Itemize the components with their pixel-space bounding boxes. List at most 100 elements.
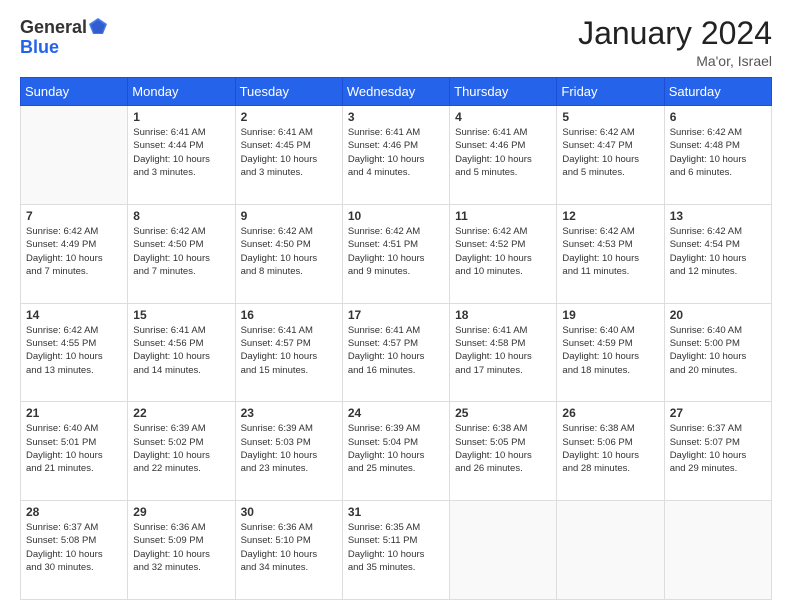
day-info: Sunrise: 6:39 AM Sunset: 5:02 PM Dayligh… xyxy=(133,422,229,475)
day-number: 13 xyxy=(670,209,766,223)
day-number: 17 xyxy=(348,308,444,322)
day-info: Sunrise: 6:38 AM Sunset: 5:05 PM Dayligh… xyxy=(455,422,551,475)
table-row: 11 Sunrise: 6:42 AM Sunset: 4:52 PM Dayli… xyxy=(450,204,557,303)
table-row: 24 Sunrise: 6:39 AM Sunset: 5:04 PM Dayli… xyxy=(342,402,449,501)
day-info: Sunrise: 6:38 AM Sunset: 5:06 PM Dayligh… xyxy=(562,422,658,475)
col-sunday: Sunday xyxy=(21,78,128,106)
day-info: Sunrise: 6:35 AM Sunset: 5:11 PM Dayligh… xyxy=(348,521,444,574)
calendar-week-row: 1 Sunrise: 6:41 AM Sunset: 4:44 PM Daylig… xyxy=(21,106,772,205)
day-info: Sunrise: 6:41 AM Sunset: 4:46 PM Dayligh… xyxy=(348,126,444,179)
calendar-week-row: 7Sunrise: 6:42 AM Sunset: 4:49 PM Daylig… xyxy=(21,204,772,303)
table-row xyxy=(664,501,771,600)
day-info: Sunrise: 6:40 AM Sunset: 5:00 PM Dayligh… xyxy=(670,324,766,377)
col-wednesday: Wednesday xyxy=(342,78,449,106)
day-number: 2 xyxy=(241,110,337,124)
table-row: 10 Sunrise: 6:42 AM Sunset: 4:51 PM Dayli… xyxy=(342,204,449,303)
table-row: 20 Sunrise: 6:40 AM Sunset: 5:00 PM Dayli… xyxy=(664,303,771,402)
table-row: 22 Sunrise: 6:39 AM Sunset: 5:02 PM Dayli… xyxy=(128,402,235,501)
table-row: 13 Sunrise: 6:42 AM Sunset: 4:54 PM Dayli… xyxy=(664,204,771,303)
day-number: 20 xyxy=(670,308,766,322)
day-info: Sunrise: 6:41 AM Sunset: 4:57 PM Dayligh… xyxy=(241,324,337,377)
table-row: 19 Sunrise: 6:40 AM Sunset: 4:59 PM Dayli… xyxy=(557,303,664,402)
day-number: 21 xyxy=(26,406,122,420)
day-info: Sunrise: 6:37 AM Sunset: 5:07 PM Dayligh… xyxy=(670,422,766,475)
day-info: Sunrise: 6:40 AM Sunset: 5:01 PM Dayligh… xyxy=(26,422,122,475)
calendar-week-row: 28Sunrise: 6:37 AM Sunset: 5:08 PM Dayli… xyxy=(21,501,772,600)
day-info: Sunrise: 6:42 AM Sunset: 4:49 PM Dayligh… xyxy=(26,225,122,278)
day-info: Sunrise: 6:41 AM Sunset: 4:44 PM Dayligh… xyxy=(133,126,229,179)
day-number: 10 xyxy=(348,209,444,223)
table-row: 29 Sunrise: 6:36 AM Sunset: 5:09 PM Dayli… xyxy=(128,501,235,600)
calendar-week-row: 21 Sunrise: 6:40 AM Sunset: 5:01 PM Dayli… xyxy=(21,402,772,501)
logo: General Blue xyxy=(20,16,109,56)
day-info: Sunrise: 6:41 AM Sunset: 4:56 PM Dayligh… xyxy=(133,324,229,377)
day-info: Sunrise: 6:42 AM Sunset: 4:47 PM Dayligh… xyxy=(562,126,658,179)
day-info: Sunrise: 6:40 AM Sunset: 4:59 PM Dayligh… xyxy=(562,324,658,377)
table-row: 27Sunrise: 6:37 AM Sunset: 5:07 PM Dayli… xyxy=(664,402,771,501)
col-saturday: Saturday xyxy=(664,78,771,106)
day-number: 26 xyxy=(562,406,658,420)
day-number: 28 xyxy=(26,505,122,519)
day-info: Sunrise: 6:36 AM Sunset: 5:10 PM Dayligh… xyxy=(241,521,337,574)
day-info: Sunrise: 6:42 AM Sunset: 4:51 PM Dayligh… xyxy=(348,225,444,278)
logo-blue-text: Blue xyxy=(20,38,59,56)
table-row: 4Sunrise: 6:41 AM Sunset: 4:46 PM Daylig… xyxy=(450,106,557,205)
table-row: 5Sunrise: 6:42 AM Sunset: 4:47 PM Daylig… xyxy=(557,106,664,205)
table-row: 12Sunrise: 6:42 AM Sunset: 4:53 PM Dayli… xyxy=(557,204,664,303)
day-number: 1 xyxy=(133,110,229,124)
day-number: 3 xyxy=(348,110,444,124)
day-info: Sunrise: 6:36 AM Sunset: 5:09 PM Dayligh… xyxy=(133,521,229,574)
calendar-header-row: Sunday Monday Tuesday Wednesday Thursday… xyxy=(21,78,772,106)
day-info: Sunrise: 6:42 AM Sunset: 4:50 PM Dayligh… xyxy=(133,225,229,278)
day-number: 29 xyxy=(133,505,229,519)
table-row: 9Sunrise: 6:42 AM Sunset: 4:50 PM Daylig… xyxy=(235,204,342,303)
table-row: 16 Sunrise: 6:41 AM Sunset: 4:57 PM Dayli… xyxy=(235,303,342,402)
day-info: Sunrise: 6:42 AM Sunset: 4:54 PM Dayligh… xyxy=(670,225,766,278)
day-number: 19 xyxy=(562,308,658,322)
table-row xyxy=(557,501,664,600)
day-info: Sunrise: 6:42 AM Sunset: 4:48 PM Dayligh… xyxy=(670,126,766,179)
calendar-week-row: 14Sunrise: 6:42 AM Sunset: 4:55 PM Dayli… xyxy=(21,303,772,402)
day-info: Sunrise: 6:42 AM Sunset: 4:52 PM Dayligh… xyxy=(455,225,551,278)
day-number: 15 xyxy=(133,308,229,322)
day-number: 11 xyxy=(455,209,551,223)
day-number: 4 xyxy=(455,110,551,124)
logo-general-text: General xyxy=(20,18,87,36)
day-info: Sunrise: 6:39 AM Sunset: 5:03 PM Dayligh… xyxy=(241,422,337,475)
location: Ma'or, Israel xyxy=(578,53,772,69)
calendar-table: Sunday Monday Tuesday Wednesday Thursday… xyxy=(20,77,772,600)
table-row: 25 Sunrise: 6:38 AM Sunset: 5:05 PM Dayli… xyxy=(450,402,557,501)
table-row: 14Sunrise: 6:42 AM Sunset: 4:55 PM Dayli… xyxy=(21,303,128,402)
table-row: 17Sunrise: 6:41 AM Sunset: 4:57 PM Dayli… xyxy=(342,303,449,402)
table-row: 7Sunrise: 6:42 AM Sunset: 4:49 PM Daylig… xyxy=(21,204,128,303)
table-row: 30Sunrise: 6:36 AM Sunset: 5:10 PM Dayli… xyxy=(235,501,342,600)
day-number: 23 xyxy=(241,406,337,420)
day-info: Sunrise: 6:39 AM Sunset: 5:04 PM Dayligh… xyxy=(348,422,444,475)
table-row: 2 Sunrise: 6:41 AM Sunset: 4:45 PM Daylig… xyxy=(235,106,342,205)
day-number: 25 xyxy=(455,406,551,420)
header: General Blue January 2024 Ma'or, Israel xyxy=(20,16,772,69)
table-row: 6 Sunrise: 6:42 AM Sunset: 4:48 PM Daylig… xyxy=(664,106,771,205)
col-thursday: Thursday xyxy=(450,78,557,106)
month-title: January 2024 xyxy=(578,16,772,51)
day-info: Sunrise: 6:41 AM Sunset: 4:45 PM Dayligh… xyxy=(241,126,337,179)
table-row: 31Sunrise: 6:35 AM Sunset: 5:11 PM Dayli… xyxy=(342,501,449,600)
col-tuesday: Tuesday xyxy=(235,78,342,106)
day-number: 6 xyxy=(670,110,766,124)
day-number: 18 xyxy=(455,308,551,322)
table-row: 26 Sunrise: 6:38 AM Sunset: 5:06 PM Dayli… xyxy=(557,402,664,501)
day-info: Sunrise: 6:42 AM Sunset: 4:55 PM Dayligh… xyxy=(26,324,122,377)
table-row: 8Sunrise: 6:42 AM Sunset: 4:50 PM Daylig… xyxy=(128,204,235,303)
day-info: Sunrise: 6:41 AM Sunset: 4:58 PM Dayligh… xyxy=(455,324,551,377)
logo-flag-icon xyxy=(87,16,109,38)
table-row: 21 Sunrise: 6:40 AM Sunset: 5:01 PM Dayli… xyxy=(21,402,128,501)
day-number: 24 xyxy=(348,406,444,420)
day-number: 16 xyxy=(241,308,337,322)
day-number: 22 xyxy=(133,406,229,420)
day-info: Sunrise: 6:42 AM Sunset: 4:53 PM Dayligh… xyxy=(562,225,658,278)
table-row: 23 Sunrise: 6:39 AM Sunset: 5:03 PM Dayli… xyxy=(235,402,342,501)
table-row xyxy=(21,106,128,205)
table-row: 28Sunrise: 6:37 AM Sunset: 5:08 PM Dayli… xyxy=(21,501,128,600)
col-monday: Monday xyxy=(128,78,235,106)
table-row: 1 Sunrise: 6:41 AM Sunset: 4:44 PM Daylig… xyxy=(128,106,235,205)
